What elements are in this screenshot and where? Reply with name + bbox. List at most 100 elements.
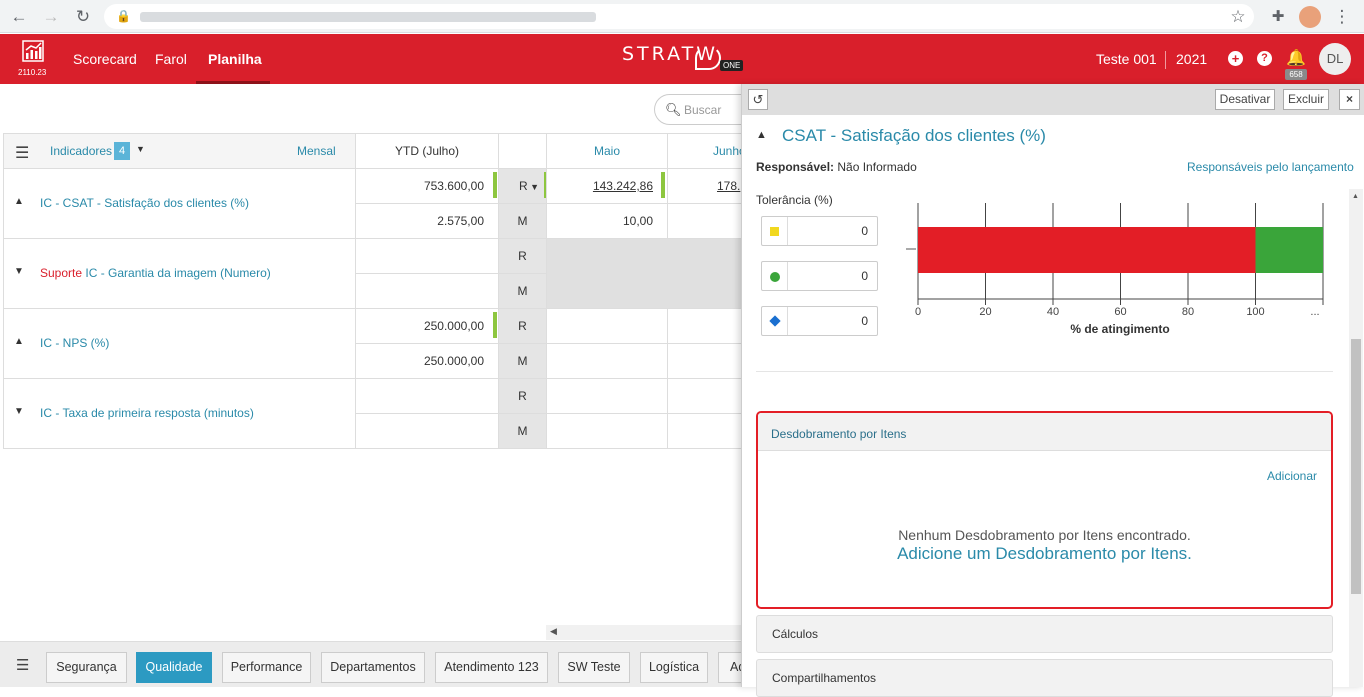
table-row[interactable]: ▼ IC - Taxa de primeira resposta (minuto… xyxy=(3,378,356,449)
junho-value[interactable] xyxy=(667,308,747,344)
indicator-name[interactable]: IC - Taxa de primeira resposta (minutos) xyxy=(40,406,254,420)
scrollbar-thumb[interactable] xyxy=(1351,339,1361,594)
type-header xyxy=(498,133,547,169)
panel-toolbar: ↺ Desativar Excluir × xyxy=(742,84,1364,115)
table-row[interactable]: ▲ IC - NPS (%) xyxy=(3,308,356,379)
type-cell: M xyxy=(498,273,547,309)
chevron-down-icon[interactable]: ▼ xyxy=(136,144,145,154)
junho-meta-value[interactable] xyxy=(667,343,747,379)
collapse-icon[interactable]: ▲ xyxy=(756,129,767,141)
divider xyxy=(1165,51,1166,69)
deactivate-button[interactable]: Desativar xyxy=(1215,89,1275,110)
nav-scorecard[interactable]: Scorecard xyxy=(73,51,137,67)
tab-performance[interactable]: Performance xyxy=(222,652,311,683)
month-header-maio: Maio xyxy=(546,133,668,169)
extensions-icon[interactable]: ✚ xyxy=(1267,6,1289,28)
browser-toolbar: ← → ↻ 🔒 ☆ ✚ ⋮ xyxy=(0,0,1364,33)
table-row[interactable]: ▼ Suporte IC - Garantia da imagem (Numer… xyxy=(3,238,356,309)
menu-dots-icon[interactable]: ⋮ xyxy=(1331,6,1353,28)
type-cell: R xyxy=(498,378,547,414)
maio-value[interactable]: 143.242,86 xyxy=(546,168,668,204)
close-icon[interactable]: × xyxy=(1339,89,1360,110)
bell-icon[interactable]: 🔔 xyxy=(1286,48,1306,68)
maio-meta-value[interactable] xyxy=(546,413,668,449)
panel-scrollbar[interactable]: ▲ xyxy=(1349,189,1363,687)
empty-message: Nenhum Desdobramento por Itens encontrad… xyxy=(898,527,1191,543)
maio-meta-value[interactable]: 10,00 xyxy=(546,203,668,239)
nav-planilha[interactable]: Planilha xyxy=(208,51,262,67)
nav-farol[interactable]: Farol xyxy=(155,51,187,67)
tick-label: 40 xyxy=(1047,306,1059,318)
section-compartilhamentos[interactable]: Compartilhamentos xyxy=(756,659,1333,697)
history-icon[interactable]: ↺ xyxy=(748,89,768,110)
tabs-menu-icon[interactable]: ☰ xyxy=(16,656,29,674)
delete-button[interactable]: Excluir xyxy=(1283,89,1329,110)
section-calculos[interactable]: Cálculos xyxy=(756,615,1333,653)
maio-meta-value[interactable] xyxy=(546,343,668,379)
bar-segment xyxy=(918,227,1256,273)
app-header: 2110.23 Scorecard Farol Planilha STRATW … xyxy=(0,34,1364,84)
tab-qualidade[interactable]: Qualidade xyxy=(136,652,212,683)
forward-icon[interactable]: → xyxy=(40,6,62,28)
user-avatar[interactable]: DL xyxy=(1319,43,1351,75)
indicator-prefix: Suporte xyxy=(40,266,86,280)
chart-logo-icon[interactable] xyxy=(22,40,44,62)
add-icon[interactable]: + xyxy=(1228,51,1243,66)
collapse-icon[interactable]: ▲ xyxy=(14,196,24,207)
help-icon[interactable]: ? xyxy=(1257,51,1272,66)
reload-icon[interactable]: ↻ xyxy=(72,6,94,28)
profile-avatar[interactable] xyxy=(1299,6,1321,28)
indicator-detail-panel: ↺ Desativar Excluir × ▲ CSAT - Satisfaçã… xyxy=(741,84,1364,697)
disabled-cells xyxy=(546,238,747,309)
tolerance-green[interactable]: 0 xyxy=(761,261,878,291)
indicator-name[interactable]: Suporte IC - Garantia da imagem (Numero) xyxy=(40,266,271,280)
indicators-label[interactable]: Indicadores xyxy=(50,144,112,158)
add-link[interactable]: Adicionar xyxy=(1267,469,1317,483)
tab-seguranca[interactable]: Segurança xyxy=(46,652,127,683)
breakdown-title[interactable]: Desdobramento por Itens xyxy=(758,413,1331,451)
expand-icon[interactable]: ▼ xyxy=(14,406,24,417)
junho-meta-value[interactable] xyxy=(667,203,747,239)
maio-value[interactable] xyxy=(546,308,668,344)
tick-label: 0 xyxy=(915,306,921,318)
scroll-up-icon[interactable]: ▲ xyxy=(1352,193,1359,200)
responsible-link[interactable]: Responsáveis pelo lançamento xyxy=(1187,160,1354,174)
achievement-chart: 0 20 40 60 80 100... % de atingimento xyxy=(906,203,1324,336)
junho-value[interactable]: 178. xyxy=(667,168,747,204)
tab-logistica[interactable]: Logística xyxy=(640,652,708,683)
tolerance-value[interactable]: 0 xyxy=(861,314,868,328)
tolerance-value[interactable]: 0 xyxy=(861,269,868,283)
status-bar xyxy=(493,172,497,198)
empty-cta-link[interactable]: Adicione um Desdobramento por Itens. xyxy=(758,544,1331,564)
tolerance-blue[interactable]: 0 xyxy=(761,306,878,336)
junho-meta-value[interactable] xyxy=(667,413,747,449)
tab-departamentos[interactable]: Departamentos xyxy=(321,652,425,683)
indicator-name[interactable]: IC - CSAT - Satisfação dos clientes (%) xyxy=(40,196,249,210)
search-input[interactable]: Buscar xyxy=(684,103,721,117)
tab-sw-teste[interactable]: SW Teste xyxy=(558,652,630,683)
user-name[interactable]: Teste 001 xyxy=(1096,51,1157,67)
scroll-left-icon[interactable]: ◀ xyxy=(550,626,557,637)
maio-value[interactable] xyxy=(546,378,668,414)
table-row[interactable]: ▲ IC - CSAT - Satisfação dos clientes (%… xyxy=(3,168,356,239)
back-icon[interactable]: ← xyxy=(8,6,30,28)
star-icon[interactable]: ☆ xyxy=(1227,6,1249,28)
tolerance-yellow[interactable]: 0 xyxy=(761,216,878,246)
expand-icon[interactable]: ▼ xyxy=(14,266,24,277)
horizontal-scrollbar[interactable]: ◀ xyxy=(546,625,746,640)
active-nav-underline xyxy=(196,81,270,84)
junho-value[interactable] xyxy=(667,378,747,414)
year-selector[interactable]: 2021 xyxy=(1176,51,1207,67)
tab-atendimento-123[interactable]: Atendimento 123 xyxy=(435,652,548,683)
address-bar[interactable]: 🔒 xyxy=(104,4,1254,29)
period-selector[interactable]: Mensal xyxy=(297,144,336,158)
collapse-icon[interactable]: ▲ xyxy=(14,336,24,347)
type-cell[interactable]: R ▼ xyxy=(498,168,547,204)
ytd-value: 753.600,00 xyxy=(355,168,499,204)
hamburger-icon[interactable]: ☰ xyxy=(15,143,29,163)
tolerance-value[interactable]: 0 xyxy=(861,224,868,238)
yellow-square-icon xyxy=(762,217,788,245)
tick-label: 80 xyxy=(1182,306,1194,318)
search-box[interactable]: 🔍︎ Buscar xyxy=(654,94,750,125)
indicator-name[interactable]: IC - NPS (%) xyxy=(40,336,109,350)
